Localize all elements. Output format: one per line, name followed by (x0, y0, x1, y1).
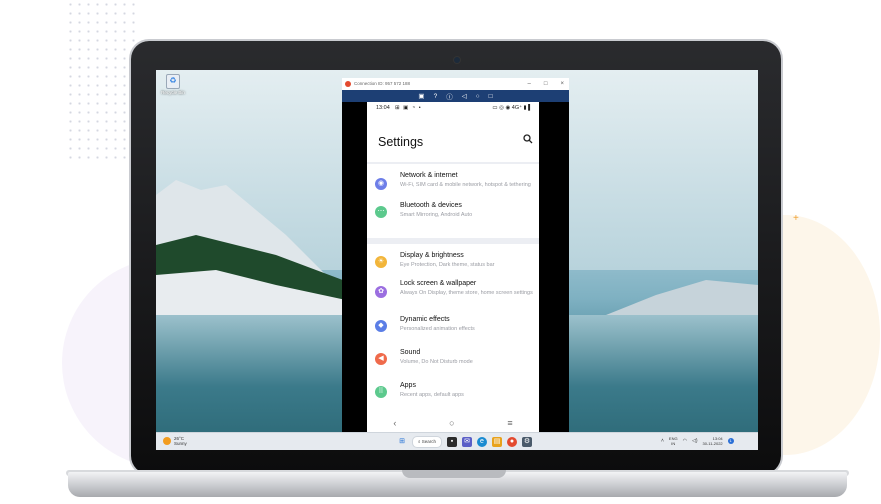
status-time: 13:04 (376, 105, 390, 111)
sound-icon: ◀ (375, 353, 387, 365)
settings-item-subtitle: Smart Mirroring, Android Auto (400, 212, 473, 218)
settings-item-title: Lock screen & wallpaper (400, 280, 477, 287)
nav-menu-icon[interactable]: ≡ (507, 418, 512, 428)
file-explorer-icon[interactable]: ▤ (492, 437, 502, 447)
settings-gear-icon[interactable]: ⚙ (522, 437, 532, 447)
settings-item-subtitle: Recent apps, default apps (400, 392, 464, 398)
windows-taskbar: 26°C Sunny ⊞ ⌕ Search ▪ ✉ e ▤ ● ⚙ ˄ ENG I… (156, 432, 758, 450)
back-icon[interactable]: ◁ (462, 92, 467, 100)
phone-screen: 13:04 ⊞ ▣ ◔ • ▭ ◎ ◉ 4G⁺ ▮ ▌ Settings ◉ N… (367, 102, 539, 433)
desktop-recycle-bin[interactable]: ♻ Recycle Bin (161, 74, 185, 95)
remote-desktop-window: Connection ID: 957 572 188 – □ × ▣ ? ⓘ ◁… (342, 78, 569, 433)
volume-icon[interactable]: ◁) (692, 438, 698, 444)
wifi-tray-icon[interactable]: ◠ (683, 438, 687, 444)
minimize-button[interactable]: – (528, 78, 531, 90)
nav-home-icon[interactable]: ○ (449, 418, 454, 428)
effects-icon: ◆ (375, 320, 387, 332)
search-icon[interactable] (523, 134, 533, 144)
wallpaper-icon: ✿ (375, 286, 387, 298)
weather-widget[interactable]: 26°C Sunny (163, 436, 187, 446)
close-button[interactable]: × (560, 78, 564, 90)
info-icon[interactable]: ⓘ (446, 91, 453, 101)
settings-item-title: Display & brightness (400, 252, 464, 259)
wifi-icon: ◉ (375, 178, 387, 190)
settings-group-personalization: ☀ Display & brightness Eye Protection, D… (367, 244, 539, 412)
apps-icon: ⠿ (375, 386, 387, 398)
chat-icon[interactable]: ✉ (462, 437, 472, 447)
settings-item-lockscreen[interactable]: ✿ Lock screen & wallpaper Always On Disp… (367, 276, 539, 314)
recents-icon[interactable]: □ (489, 93, 493, 100)
status-right-icons: ▭ ◎ ◉ 4G⁺ ▮ ▌ (492, 105, 532, 111)
settings-item-network[interactable]: ◉ Network & internet Wi-Fi, SIM card & m… (367, 166, 539, 200)
settings-item-title: Bluetooth & devices (400, 202, 462, 209)
recycle-bin-label: Recycle Bin (161, 90, 185, 95)
clock[interactable]: 13:04 30-11-2022 (702, 436, 722, 446)
settings-item-title: Dynamic effects (400, 316, 450, 323)
sun-icon (163, 437, 171, 445)
desktop-screen: ♻ Recycle Bin Connection ID: 957 572 188… (156, 70, 758, 450)
settings-item-subtitle: Always On Display, theme store, home scr… (400, 290, 533, 296)
decorative-plus-icon: + (793, 213, 799, 224)
phone-status-bar: 13:04 ⊞ ▣ ◔ • ▭ ◎ ◉ 4G⁺ ▮ ▌ (367, 102, 539, 114)
settings-item-apps[interactable]: ⠿ Apps Recent apps, default apps (367, 380, 539, 410)
status-left-icons: ⊞ ▣ ◔ • (395, 105, 422, 111)
settings-item-title: Network & internet (400, 172, 458, 179)
settings-item-subtitle: Personalized animation effects (400, 326, 475, 332)
app-logo-icon (345, 81, 351, 87)
settings-item-bluetooth[interactable]: ⋯ Bluetooth & devices Smart Mirroring, A… (367, 202, 539, 236)
phone-nav-bar: ‹ ○ ≡ (367, 412, 539, 433)
language-indicator[interactable]: ENG IN (669, 436, 678, 446)
recycle-bin-icon: ♻ (166, 74, 180, 89)
page-title: Settings (378, 135, 424, 149)
nav-back-icon[interactable]: ‹ (393, 418, 396, 428)
home-icon[interactable]: ○ (476, 93, 480, 100)
screen-icon[interactable]: ▣ (418, 92, 424, 100)
help-icon[interactable]: ? (434, 93, 438, 100)
settings-item-title: Apps (400, 382, 416, 389)
taskbar-apps: ⊞ ⌕ Search ▪ ✉ e ▤ ● ⚙ (397, 436, 532, 448)
settings-group-connectivity: ◉ Network & internet Wi-Fi, SIM card & m… (367, 164, 539, 238)
settings-item-subtitle: Eye Protection, Dark theme, status bar (400, 262, 495, 268)
maximize-button[interactable]: □ (544, 78, 548, 90)
laptop-notch (402, 470, 506, 478)
settings-item-subtitle: Wi-Fi, SIM card & mobile network, hotspo… (400, 182, 531, 188)
settings-item-subtitle: Volume, Do Not Disturb mode (400, 359, 473, 365)
windows-start-icon[interactable]: ⊞ (397, 437, 407, 447)
settings-item-title: Sound (400, 349, 421, 356)
webcam-icon (454, 57, 460, 63)
settings-item-dynamic-effects[interactable]: ◆ Dynamic effects Personalized animation… (367, 314, 539, 347)
settings-item-display[interactable]: ☀ Display & brightness Eye Protection, D… (367, 246, 539, 276)
chrome-icon[interactable]: ● (507, 437, 517, 447)
remote-toolbar: ▣ ? ⓘ ◁ ○ □ (342, 90, 569, 102)
system-tray: ˄ ENG IN ◠ ◁) 13:04 30-11-2022 1 (661, 436, 734, 446)
taskbar-search[interactable]: ⌕ Search (412, 436, 442, 448)
settings-item-sound[interactable]: ◀ Sound Volume, Do Not Disturb mode (367, 347, 539, 380)
edge-icon[interactable]: e (477, 437, 487, 447)
brightness-icon: ☀ (375, 256, 387, 268)
remote-window-titlebar: Connection ID: 957 572 188 – □ × (342, 78, 569, 90)
bluetooth-icon: ⋯ (375, 206, 387, 218)
decorative-dot-grid (66, 0, 136, 160)
notification-badge[interactable]: 1 (727, 438, 734, 444)
weather-desc: Sunny (174, 441, 187, 446)
remote-window-title: Connection ID: 957 572 188 (354, 81, 411, 86)
search-label: Search (421, 439, 437, 444)
task-view-icon[interactable]: ▪ (447, 437, 457, 447)
tray-chevron-icon[interactable]: ˄ (661, 438, 664, 444)
settings-header: Settings (367, 114, 539, 162)
